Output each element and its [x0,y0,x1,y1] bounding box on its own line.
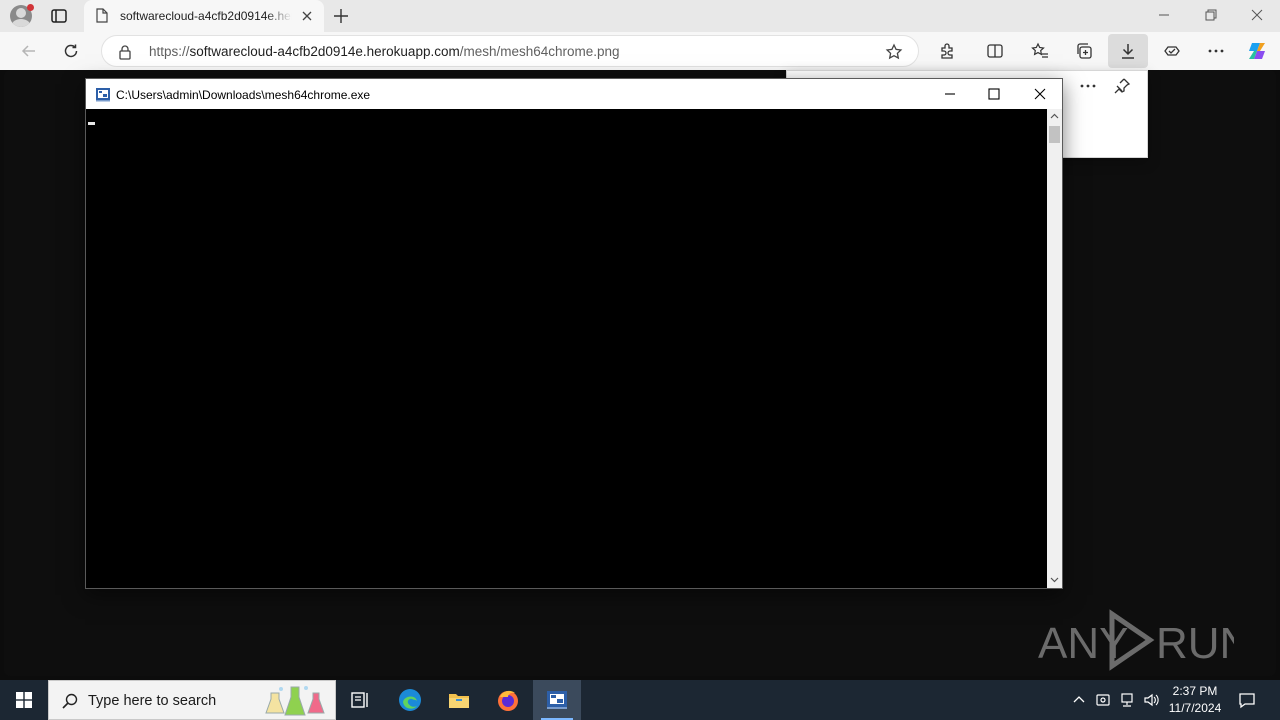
console-close-icon[interactable] [1032,86,1048,102]
console-maximize-icon[interactable] [986,86,1002,102]
taskbar-file-explorer[interactable] [435,680,483,720]
new-tab-icon[interactable] [332,7,350,25]
pin-icon[interactable] [1113,77,1131,95]
network-icon[interactable] [1119,692,1135,708]
tab-actions-icon[interactable] [50,7,70,25]
windows-taskbar: Type here to search 2:37 PM 11/7/2024 [0,680,1280,720]
console-title: C:\Users\admin\Downloads\mesh64chrome.ex… [116,88,371,102]
taskbar-edge[interactable] [386,680,434,720]
split-screen-icon[interactable] [986,42,1004,60]
anyrun-watermark: ANY RUN [1038,609,1234,671]
start-button[interactable] [0,680,48,720]
clock-date: 11/7/2024 [1168,701,1222,715]
scroll-down-arrow-icon[interactable] [1050,575,1059,584]
console-titlebar[interactable]: C:\Users\admin\Downloads\mesh64chrome.ex… [86,79,1062,109]
collections-icon[interactable] [1075,42,1093,60]
console-app-icon [96,88,110,102]
page-icon [96,8,108,23]
show-hidden-icons-chevron-icon[interactable] [1071,692,1087,708]
lock-icon[interactable] [118,44,132,60]
meet-now-icon[interactable] [1095,692,1111,708]
browser-tab[interactable]: softwarecloud-a4cfb2d0914e.herokuapp.com [84,0,324,32]
favorite-star-icon[interactable] [885,43,903,61]
favorites-icon[interactable] [1031,42,1049,60]
clock-time: 2:37 PM [1172,684,1218,698]
more-options-icon[interactable] [1079,77,1097,95]
task-view-icon [351,692,368,708]
notifications-icon[interactable] [1238,691,1256,709]
back-arrow-icon[interactable] [20,42,38,60]
folder-icon [449,694,469,708]
watermark-right-text: RUN [1156,619,1234,668]
extensions-icon[interactable] [938,42,956,60]
restore-icon[interactable] [1204,8,1218,22]
downloads-button[interactable] [1108,34,1148,68]
scroll-thumb[interactable] [1049,126,1060,143]
windows-logo-icon [16,692,32,708]
volume-icon[interactable] [1143,692,1159,708]
scroll-up-arrow-icon[interactable] [1050,112,1059,121]
refresh-icon[interactable] [62,42,80,60]
edge-icon [399,689,421,711]
firefox-icon [498,690,518,711]
search-icon [62,693,78,709]
console-scrollbar[interactable] [1047,109,1062,588]
console-output[interactable] [86,109,1047,588]
url-host: softwarecloud-a4cfb2d0914e.herokuapp.com [189,44,460,59]
tab-bar: softwarecloud-a4cfb2d0914e.herokuapp.com [0,0,1280,32]
profile-notification-dot [27,4,34,11]
console-window[interactable]: C:\Users\admin\Downloads\mesh64chrome.ex… [85,78,1063,589]
download-icon [1122,44,1134,59]
tab-title: softwarecloud-a4cfb2d0914e.herokuapp.com [120,9,292,23]
url-text[interactable]: https://softwarecloud-a4cfb2d0914e.herok… [149,44,620,59]
copilot-icon[interactable] [1246,40,1268,62]
url-scheme: https:// [149,44,190,59]
minimize-icon[interactable] [1157,8,1171,22]
taskbar-search-box[interactable]: Type here to search [48,680,336,720]
search-highlight-flasks-icon [265,686,325,716]
address-bar[interactable]: https://softwarecloud-a4cfb2d0914e.herok… [101,35,919,67]
watermark-left-text: ANY [1038,619,1128,668]
taskbar-clock[interactable]: 2:37 PM 11/7/2024 [1160,683,1230,717]
browser-toolbar: https://softwarecloud-a4cfb2d0914e.herok… [0,32,1280,70]
text-cursor [88,122,95,125]
search-placeholder: Type here to search [88,693,217,709]
task-view-button[interactable] [336,680,384,720]
taskbar-firefox[interactable] [484,680,532,720]
console-app-taskbar-icon [547,691,567,709]
url-path: /mesh/mesh64chrome.png [459,44,620,59]
taskbar-console-app[interactable] [533,680,581,720]
close-window-icon[interactable] [1250,8,1264,22]
console-minimize-icon[interactable] [942,86,958,102]
close-tab-icon[interactable] [300,9,314,23]
browser-essentials-icon[interactable] [1163,42,1181,60]
more-menu-icon[interactable] [1207,42,1225,60]
